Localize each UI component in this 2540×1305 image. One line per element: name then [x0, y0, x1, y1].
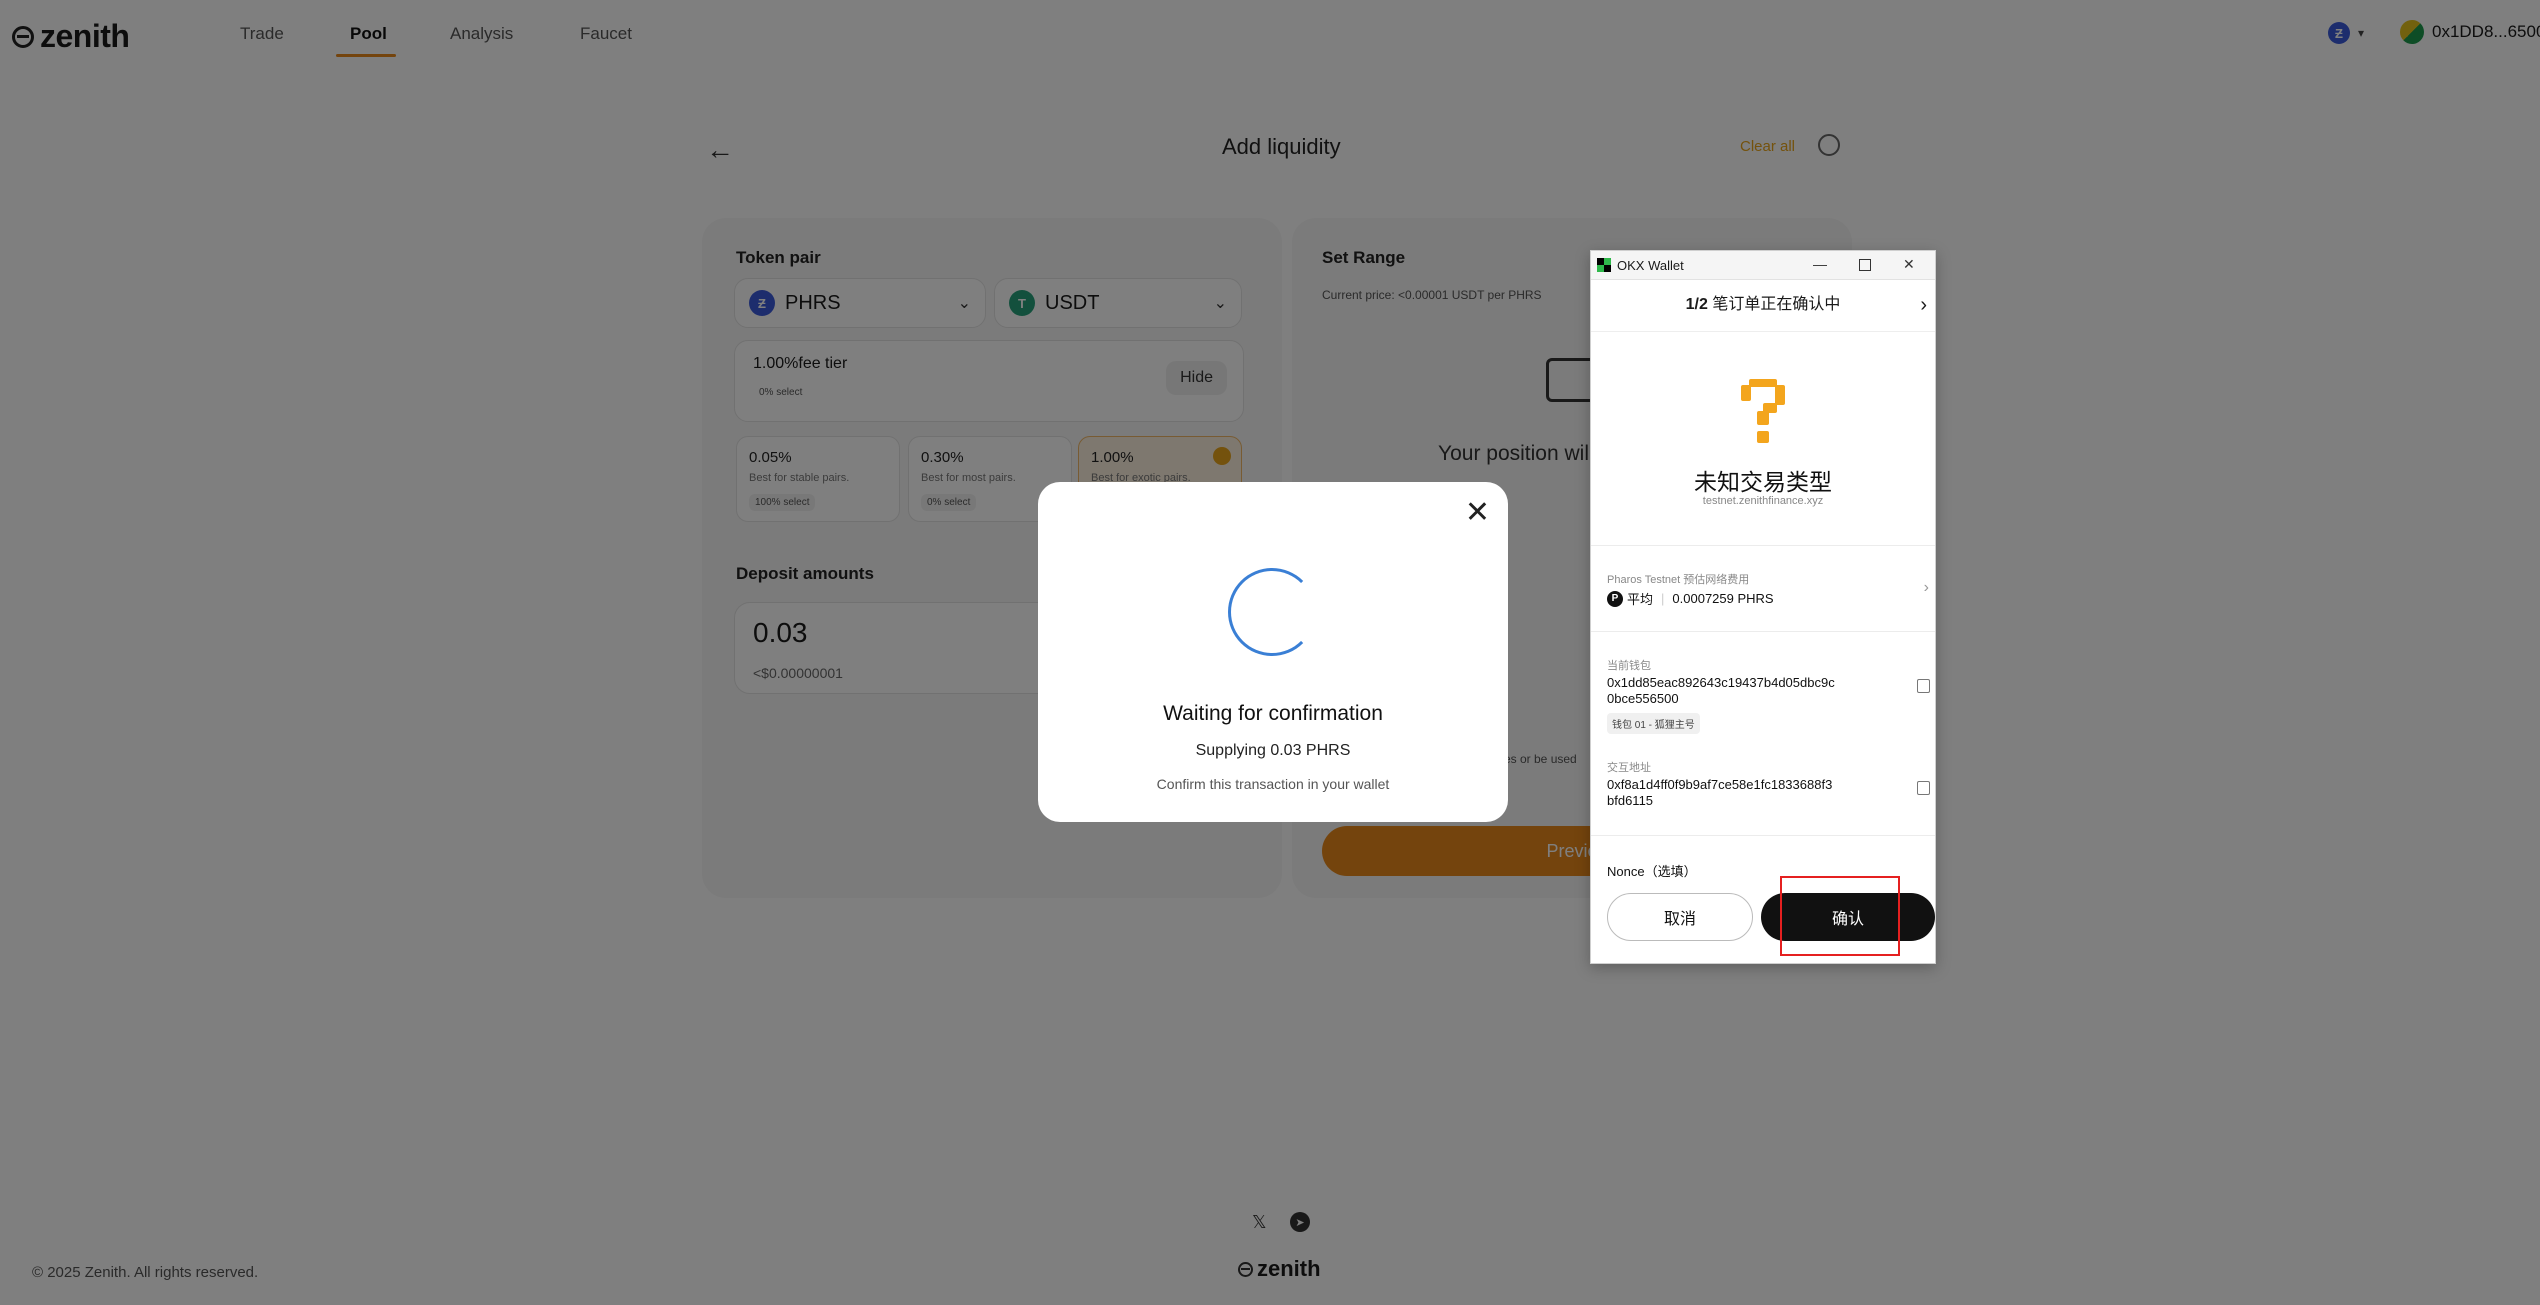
divider — [1591, 631, 1935, 632]
unknown-transaction-icon — [1741, 379, 1785, 443]
okx-interact-address-cont: bfd6115 — [1607, 793, 1654, 808]
okx-current-wallet-address-cont: 0bce556500 — [1607, 691, 1679, 706]
okx-titlebar: OKX Wallet — ✕ — [1591, 251, 1935, 280]
chevron-right-icon[interactable]: › — [1924, 579, 1929, 597]
okx-interact-address: 0xf8a1d4ff0f9b9af7ce58e1fc1833688f3 — [1607, 777, 1833, 792]
divider — [1591, 545, 1935, 546]
okx-cancel-button[interactable]: 取消 — [1607, 893, 1753, 941]
chevron-right-icon[interactable]: › — [1920, 279, 1927, 331]
okx-fee-speed: 平均 — [1627, 592, 1654, 607]
highlight-box — [1780, 876, 1900, 956]
okx-fee-label: Pharos Testnet 预估网络费用 — [1607, 574, 1750, 586]
okx-transaction-type: 未知交易类型 — [1694, 469, 1832, 495]
okx-progress-text: 笔订单正在确认中 — [1707, 296, 1841, 313]
minimize-icon[interactable]: — — [1813, 256, 1827, 272]
copy-icon[interactable] — [1917, 781, 1930, 795]
maximize-icon[interactable] — [1859, 259, 1871, 271]
modal-note: Confirm this transaction in your wallet — [1156, 776, 1390, 792]
okx-wallet-window: OKX Wallet — ✕ 1/2 笔订单正在确认中 › 未知交易类型 tes… — [1590, 250, 1936, 964]
okx-progress-header: 1/2 笔订单正在确认中 › — [1591, 279, 1935, 332]
copy-icon[interactable] — [1917, 679, 1930, 693]
okx-progress-count: 1/2 — [1685, 296, 1708, 313]
okx-dapp-site: testnet.zenithfinance.xyz — [1702, 495, 1824, 507]
okx-wallet-tag: 钱包 01 - 狐狸主号 — [1607, 713, 1700, 734]
modal-title: Waiting for confirmation — [1163, 702, 1383, 725]
separator: | — [1661, 591, 1665, 606]
modal-subtitle: Supplying 0.03 PHRS — [1195, 742, 1351, 759]
close-icon[interactable]: ✕ — [1903, 256, 1915, 273]
waiting-modal: ✕ Waiting for confirmation Supplying 0.0… — [1038, 482, 1508, 822]
close-icon[interactable]: ✕ — [1465, 498, 1490, 528]
okx-current-wallet-address: 0x1dd85eac892643c19437b4d05dbc9c — [1607, 675, 1835, 690]
okx-fee-value: 0.0007259 PHRS — [1672, 591, 1774, 606]
okx-current-wallet-label: 当前钱包 — [1607, 660, 1651, 672]
divider — [1591, 835, 1935, 836]
okx-nonce-label[interactable]: Nonce（选填） — [1607, 861, 1697, 880]
loading-spinner-icon — [1228, 568, 1316, 656]
okx-fee-row[interactable]: P 平均 | 0.0007259 PHRS — [1607, 589, 1774, 608]
pharos-token-icon: P — [1607, 590, 1623, 607]
okx-logo-icon — [1597, 258, 1611, 272]
okx-window-title: OKX Wallet — [1617, 257, 1684, 273]
okx-interact-label: 交互地址 — [1607, 762, 1651, 774]
